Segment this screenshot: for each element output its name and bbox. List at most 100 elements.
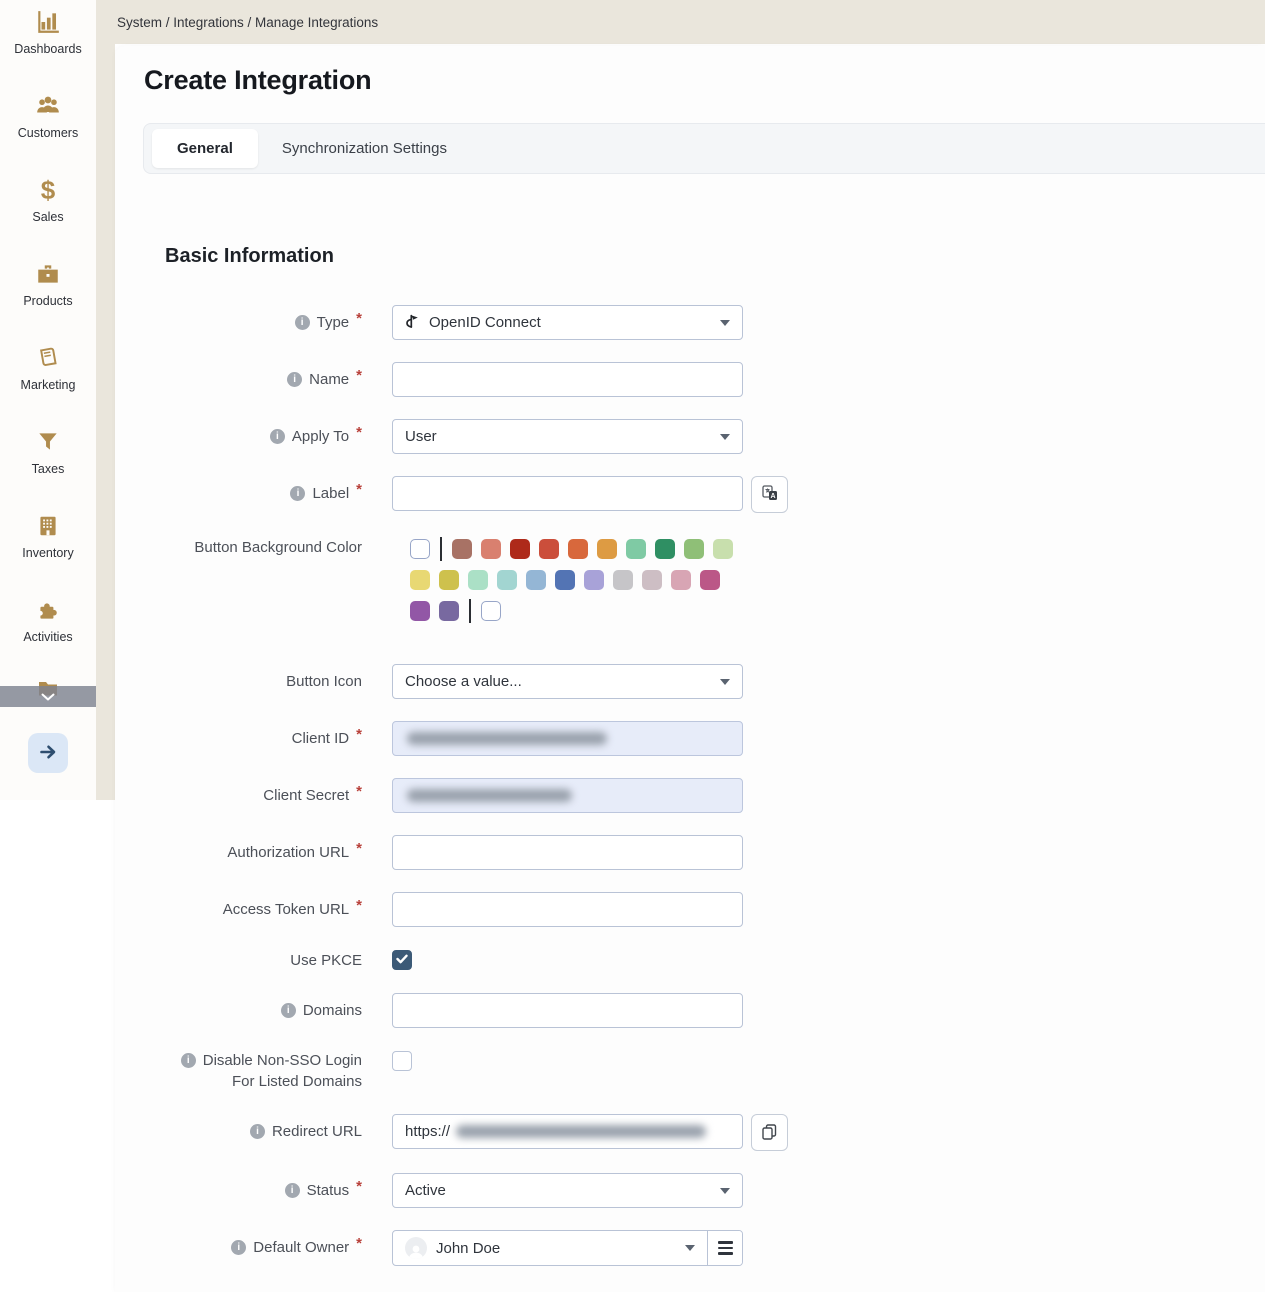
color-swatch[interactable]: [410, 570, 430, 590]
translations-button[interactable]: A: [751, 476, 788, 513]
default-owner-select[interactable]: John Doe: [393, 1231, 707, 1265]
owner-list-button[interactable]: [707, 1231, 742, 1265]
sidebar-scroll-down-indicator[interactable]: [0, 686, 96, 707]
briefcase-icon: [35, 261, 61, 287]
form-row-button-icon: Button Icon Choose a value...: [115, 664, 1265, 699]
status-select[interactable]: Active: [392, 1173, 743, 1208]
color-swatch[interactable]: [555, 570, 575, 590]
default-owner-field: John Doe: [392, 1230, 743, 1266]
sidebar-item-customers[interactable]: Customers: [0, 84, 96, 168]
sidebar-item-dashboards[interactable]: Dashboards: [0, 0, 96, 84]
main-content-card: Create Integration General Synchronizati…: [115, 46, 1265, 1292]
tab-bar: General Synchronization Settings: [143, 123, 1265, 174]
type-select[interactable]: OpenID Connect: [392, 305, 743, 340]
required-marker: *: [356, 308, 362, 329]
authorization-url-input[interactable]: [392, 835, 743, 870]
color-swatch[interactable]: [584, 570, 604, 590]
info-icon[interactable]: i: [287, 372, 302, 387]
form-row-name: i Name *: [115, 362, 1265, 397]
color-swatch[interactable]: [410, 539, 430, 559]
tab-synchronization-settings[interactable]: Synchronization Settings: [262, 129, 467, 168]
form-row-redirect-url: i Redirect URL https://: [115, 1114, 1265, 1151]
color-swatch[interactable]: [671, 570, 691, 590]
apply-to-select[interactable]: User: [392, 419, 743, 454]
chevron-down-icon: [720, 434, 730, 440]
info-icon[interactable]: i: [285, 1183, 300, 1198]
field-label: i Disable Non-SSO Login For Listed Domai…: [115, 1050, 362, 1092]
chevron-down-icon: [720, 679, 730, 685]
sidebar-item-label: Products: [23, 294, 72, 308]
color-palette: [410, 535, 733, 632]
form-row-default-owner: i Default Owner * John Doe: [115, 1230, 1265, 1266]
color-swatch[interactable]: [410, 601, 430, 621]
sidebar-item-sales[interactable]: $ Sales: [0, 168, 96, 252]
info-icon[interactable]: i: [290, 486, 305, 501]
disable-non-sso-checkbox[interactable]: [392, 1051, 412, 1071]
info-icon[interactable]: i: [295, 315, 310, 330]
color-swatch[interactable]: [684, 539, 704, 559]
color-swatch[interactable]: [439, 601, 459, 621]
tab-general[interactable]: General: [152, 129, 258, 168]
form-row-authorization-url: Authorization URL *: [115, 835, 1265, 870]
breadcrumb[interactable]: System / Integrations / Manage Integrati…: [117, 0, 378, 44]
field-label: i Label *: [115, 476, 362, 504]
form-row-button-background-color: Button Background Color: [115, 535, 1265, 632]
client-id-input[interactable]: [392, 721, 743, 756]
button-icon-select-value: Choose a value...: [405, 673, 522, 690]
sidebar-item-taxes[interactable]: Taxes: [0, 420, 96, 504]
building-icon: [35, 513, 61, 539]
sidebar-item-label: Customers: [18, 126, 78, 140]
color-swatch[interactable]: [626, 539, 646, 559]
access-token-url-input[interactable]: [392, 892, 743, 927]
color-swatch[interactable]: [526, 570, 546, 590]
color-swatch[interactable]: [497, 570, 517, 590]
funnel-icon: [35, 429, 61, 455]
sidebar-item-marketing[interactable]: Marketing: [0, 336, 96, 420]
color-swatch[interactable]: [468, 570, 488, 590]
sidebar-item-label: Inventory: [22, 546, 73, 560]
color-swatch[interactable]: [713, 539, 733, 559]
sidebar-item-activities[interactable]: Activities: [0, 588, 96, 672]
info-icon[interactable]: i: [181, 1053, 196, 1068]
form-row-label: i Label * A: [115, 476, 1265, 513]
color-swatch[interactable]: [439, 570, 459, 590]
dollar-icon: $: [35, 177, 61, 203]
label-input[interactable]: [392, 476, 743, 511]
field-label: i Status *: [115, 1173, 362, 1201]
color-swatch[interactable]: [452, 539, 472, 559]
color-swatch[interactable]: [481, 601, 501, 621]
client-secret-input[interactable]: [392, 778, 743, 813]
color-swatch[interactable]: [655, 539, 675, 559]
color-swatch[interactable]: [481, 539, 501, 559]
redirect-url-input[interactable]: https://: [392, 1114, 743, 1149]
color-swatch[interactable]: [510, 539, 530, 559]
hamburger-icon: [718, 1241, 733, 1244]
color-swatch[interactable]: [568, 539, 588, 559]
form-row-apply-to: i Apply To * User: [115, 419, 1265, 454]
sidebar-item-products[interactable]: Products: [0, 252, 96, 336]
info-icon[interactable]: i: [250, 1124, 265, 1139]
section-title: Basic Information: [165, 243, 1265, 269]
sidebar-expand-button[interactable]: [28, 733, 68, 773]
color-swatch[interactable]: [613, 570, 633, 590]
domains-input[interactable]: [392, 993, 743, 1028]
sidebar: Dashboards Customers $ Sales Products: [0, 0, 96, 800]
info-icon[interactable]: i: [281, 1003, 296, 1018]
form-row-access-token-url: Access Token URL *: [115, 892, 1265, 927]
color-swatch[interactable]: [642, 570, 662, 590]
color-swatch[interactable]: [700, 570, 720, 590]
color-swatch[interactable]: [539, 539, 559, 559]
translate-icon: A: [761, 484, 779, 505]
button-icon-select[interactable]: Choose a value...: [392, 664, 743, 699]
use-pkce-checkbox[interactable]: [392, 950, 412, 970]
info-icon[interactable]: i: [231, 1240, 246, 1255]
info-icon[interactable]: i: [270, 429, 285, 444]
field-label: i Default Owner *: [115, 1230, 362, 1258]
copy-url-button[interactable]: [751, 1114, 788, 1151]
redacted-value: [456, 1125, 706, 1138]
color-swatch[interactable]: [597, 539, 617, 559]
redirect-url-prefix: https://: [405, 1123, 450, 1140]
apply-to-select-value: User: [405, 428, 437, 445]
name-input[interactable]: [392, 362, 743, 397]
sidebar-item-inventory[interactable]: Inventory: [0, 504, 96, 588]
